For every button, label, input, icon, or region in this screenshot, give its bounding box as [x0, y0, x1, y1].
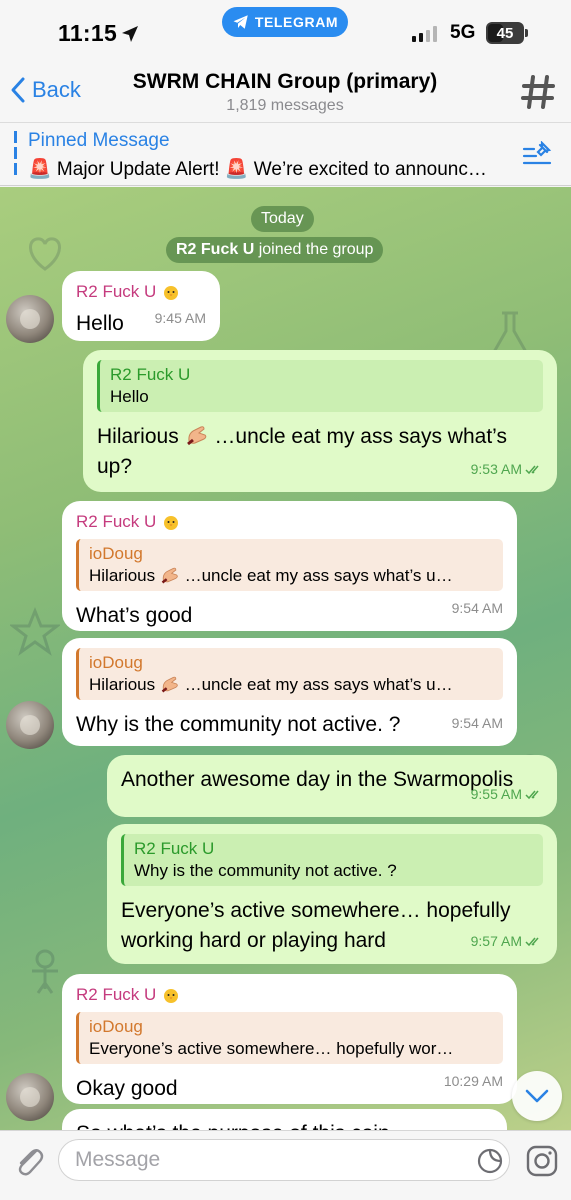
reply-sender: R2 Fuck U [110, 365, 191, 384]
sender-name-text: R2 Fuck U [76, 282, 157, 301]
message-bubble[interactable]: Another awesome day in the Swarmopolis 9… [107, 755, 557, 817]
clock-time: 11:15 [58, 20, 118, 46]
message-bubble[interactable]: ioDoug Hilarious …uncle eat my ass says … [62, 638, 517, 746]
reply-text-part: Hilarious [89, 566, 156, 585]
doodle-star-icon [10, 607, 60, 656]
reply-text: Why is the community not active. ? [134, 861, 397, 880]
chevron-left-icon [11, 77, 25, 103]
pinching-hand-emoji-icon [186, 426, 206, 446]
reply-quote[interactable]: R2 Fuck U Hello [97, 360, 543, 412]
pinned-message-bar[interactable]: Pinned Message 🚨 Major Update Alert! 🚨 W… [0, 122, 571, 186]
sender-name-text: R2 Fuck U [76, 512, 157, 531]
reply-sender: R2 Fuck U [134, 839, 215, 858]
message-text: Okay good [76, 1077, 178, 1100]
network-type: 5G [450, 22, 476, 43]
sender-name[interactable]: R2 Fuck U [76, 281, 206, 303]
chat-area[interactable]: Today R2 Fuck U joined the group R2 Fuck… [0, 187, 571, 1130]
message-input-bar [0, 1130, 571, 1200]
chat-subtitle: 1,819 messages [226, 97, 344, 114]
chevron-down-icon [525, 1089, 549, 1103]
message-time: 9:57 AM [471, 926, 543, 956]
message-bubble[interactable]: R2 Fuck U ioDoug Everyone’s active somew… [62, 974, 517, 1104]
reply-text: Everyone’s active somewhere… hopefully w… [89, 1039, 454, 1058]
message-time: 10:29 AM [443, 1073, 503, 1089]
reply-quote[interactable]: ioDoug Hilarious …uncle eat my ass says … [76, 648, 503, 700]
avatar[interactable] [6, 295, 54, 343]
double-check-icon [525, 790, 539, 799]
message-time-text: 9:57 AM [470, 933, 522, 949]
back-label: Back [32, 77, 81, 102]
pinned-indicator [14, 131, 17, 179]
message-text: So what’s the purpose of this coin [76, 1119, 493, 1130]
signal-bars-icon [412, 26, 437, 42]
back-button[interactable]: Back [10, 76, 81, 104]
pinching-hand-emoji-icon [161, 567, 178, 584]
reply-quote[interactable]: R2 Fuck U Why is the community not activ… [121, 834, 543, 886]
status-bar: 11:15 TELEGRAM 5G 45 [0, 0, 571, 62]
telegram-pill-label: TELEGRAM [254, 14, 339, 30]
chat-title: SWRM CHAIN Group (primary) [132, 70, 438, 93]
join-notice-text: joined the group [254, 241, 374, 258]
chat-header: Back SWRM CHAIN Group (primary) 1,819 me… [0, 62, 571, 122]
chat-title-area[interactable]: SWRM CHAIN Group (primary) 1,819 message… [100, 70, 470, 115]
reply-quote[interactable]: ioDoug Everyone’s active somewhere… hope… [76, 1012, 503, 1064]
message-bubble[interactable]: R2 Fuck U ioDoug Hilarious …uncle eat my… [62, 501, 517, 631]
message-text-part: Hilarious [97, 425, 179, 448]
double-check-icon [525, 465, 539, 474]
avatar[interactable] [6, 1073, 54, 1121]
pinned-text: 🚨 Major Update Alert! 🚨 We’re excited to… [28, 159, 487, 180]
reply-text-part: …uncle eat my ass says what’s u… [179, 566, 453, 585]
reply-text: Hello [110, 387, 149, 406]
reply-sender: ioDoug [89, 653, 143, 672]
message-time: 9:54 AM [451, 600, 503, 616]
battery-icon: 45 [486, 22, 528, 44]
double-check-icon [525, 937, 539, 946]
date-separator: Today [251, 206, 314, 232]
sticker-icon[interactable] [476, 1147, 504, 1175]
message-text: What’s good [76, 604, 193, 627]
reply-sender: ioDoug [89, 1017, 143, 1036]
message-time: 9:55 AM [471, 779, 543, 809]
battery-level: 45 [496, 24, 514, 42]
message-time: 9:53 AM [471, 454, 543, 484]
message-bubble[interactable]: R2 Fuck U Hello 9:45 AM [62, 271, 220, 341]
chick-emoji-icon [164, 516, 179, 530]
reply-text-part: Hilarious [89, 675, 156, 694]
avatar[interactable] [6, 701, 54, 749]
sender-name[interactable]: R2 Fuck U [76, 511, 503, 533]
reply-text: Hilarious …uncle eat my ass says what’s … [89, 565, 493, 587]
chick-emoji-icon [164, 286, 179, 300]
pinching-hand-emoji-icon [161, 676, 178, 693]
reply-text-part: …uncle eat my ass says what’s u… [179, 675, 453, 694]
hashtag-icon[interactable] [518, 72, 558, 112]
message-time: 9:54 AM [451, 715, 503, 731]
message-time: 9:45 AM [154, 310, 206, 326]
instagram-camera-icon[interactable] [524, 1143, 560, 1179]
message-text: Why is the community not active. ? [76, 713, 401, 736]
sender-name[interactable]: R2 Fuck U [76, 984, 503, 1006]
pinned-title: Pinned Message [28, 130, 170, 151]
scroll-down-button[interactable] [512, 1071, 562, 1121]
reply-sender: ioDoug [89, 544, 143, 563]
message-time-text: 9:53 AM [470, 461, 522, 477]
message-time-text: 9:55 AM [470, 786, 522, 802]
reply-text: Hilarious …uncle eat my ass says what’s … [89, 674, 493, 696]
paperclip-icon[interactable] [12, 1143, 46, 1179]
location-arrow-icon [122, 26, 138, 42]
pin-list-icon[interactable] [522, 141, 552, 169]
message-bubble[interactable]: So what’s the purpose of this coin [62, 1109, 507, 1130]
doodle-heart-icon [29, 237, 61, 271]
sender-name-text: R2 Fuck U [76, 985, 157, 1004]
reply-quote[interactable]: ioDoug Hilarious …uncle eat my ass says … [76, 539, 503, 591]
telegram-pill[interactable]: TELEGRAM [222, 7, 348, 37]
chick-emoji-icon [164, 989, 179, 1003]
message-bubble[interactable]: R2 Fuck U Why is the community not activ… [107, 824, 557, 964]
join-notice: R2 Fuck U joined the group [166, 237, 384, 263]
message-bubble[interactable]: R2 Fuck U Hello Hilarious …uncle eat my … [83, 350, 557, 492]
message-input[interactable] [58, 1139, 510, 1181]
join-notice-name: R2 Fuck U [176, 241, 255, 258]
telegram-plane-icon [233, 15, 248, 29]
